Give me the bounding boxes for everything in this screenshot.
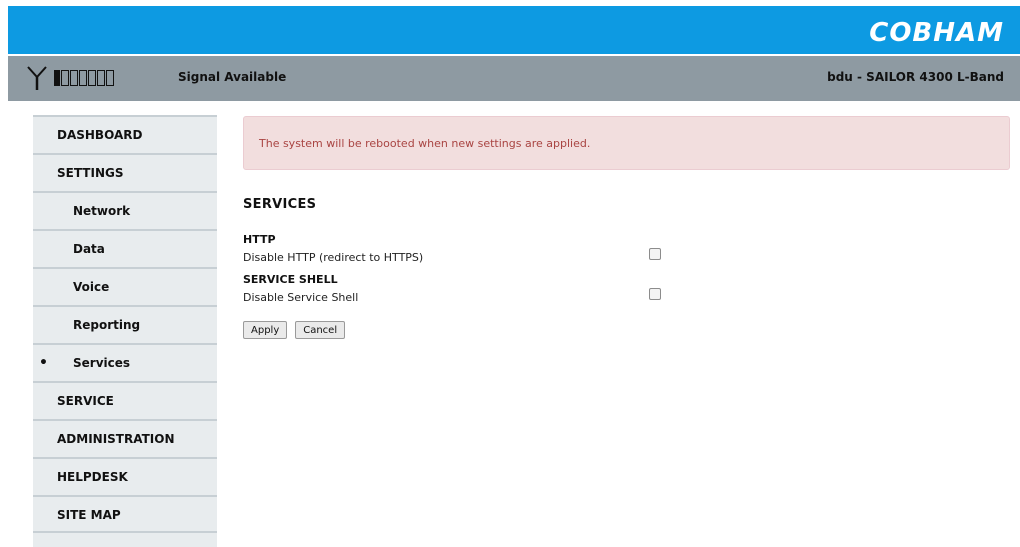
sidebar-item-dashboard[interactable]: DASHBOARD [33,115,217,153]
sidebar-item-label: SERVICE [57,394,114,408]
form-actions: Apply Cancel [243,321,1010,339]
sidebar-item-settings[interactable]: SETTINGS [33,153,217,191]
sidebar-item-reporting[interactable]: Reporting [33,305,217,343]
active-bullet-icon: • [39,355,48,371]
cobham-logo: COBHAM [869,18,1004,48]
sidebar-item-voice[interactable]: Voice [33,267,217,305]
sidebar-nav: DASHBOARD SETTINGS Network Data Voice Re… [33,115,217,547]
sidebar-item-site-map[interactable]: SITE MAP [33,495,217,533]
sidebar-item-label: Voice [73,280,110,294]
signal-bar [88,70,96,86]
sidebar-item-label: SITE MAP [57,508,121,522]
signal-bar [97,70,105,86]
sidebar-item-label: Reporting [73,318,141,332]
device-name: bdu - SAILOR 4300 L-Band [827,70,1004,84]
signal-bar [106,70,114,86]
signal-status-text: Signal Available [178,70,287,84]
disable-http-checkbox[interactable] [649,248,661,260]
http-setting-row: Disable HTTP (redirect to HTTPS) [243,248,1010,267]
signal-bar [54,70,60,86]
service-shell-group-title: SERVICE SHELL [243,273,338,286]
signal-bar [70,70,78,86]
alert-text: The system will be rebooted when new set… [259,137,591,150]
sidebar-item-administration[interactable]: ADMINISTRATION [33,419,217,457]
sidebar-item-label: Data [73,242,105,256]
http-group-title: HTTP [243,233,276,246]
page-title: SERVICES [243,197,317,212]
apply-button[interactable]: Apply [243,321,288,339]
disable-service-shell-label: Disable Service Shell [243,291,359,304]
disable-http-label: Disable HTTP (redirect to HTTPS) [243,251,424,264]
sidebar-item-label: ADMINISTRATION [57,432,175,446]
sidebar-item-data[interactable]: Data [33,229,217,267]
main-content: The system will be rebooted when new set… [243,116,1010,339]
signal-bar [61,70,69,86]
sidebar-item-services[interactable]: • Services [33,343,217,381]
sidebar-item-service[interactable]: SERVICE [33,381,217,419]
cancel-button[interactable]: Cancel [295,321,346,339]
service-shell-setting-row: Disable Service Shell [243,288,1010,307]
signal-bar [79,70,87,86]
sidebar-item-label: Network [73,204,131,218]
disable-service-shell-checkbox[interactable] [649,288,661,300]
page-left-edge [0,0,8,547]
sidebar-item-network[interactable]: Network [33,191,217,229]
signal-strength-indicator [54,70,114,86]
antenna-icon [27,66,47,90]
reboot-warning-alert: The system will be rebooted when new set… [243,116,1010,170]
sidebar-item-label: DASHBOARD [57,128,143,142]
sidebar-item-label: SETTINGS [57,166,124,180]
sidebar-item-helpdesk[interactable]: HELPDESK [33,457,217,495]
sidebar-item-label: HELPDESK [57,470,128,484]
sidebar-item-label: Services [73,356,131,370]
status-bar: Signal Available bdu - SAILOR 4300 L-Ban… [8,56,1020,101]
top-banner: COBHAM [8,6,1020,54]
